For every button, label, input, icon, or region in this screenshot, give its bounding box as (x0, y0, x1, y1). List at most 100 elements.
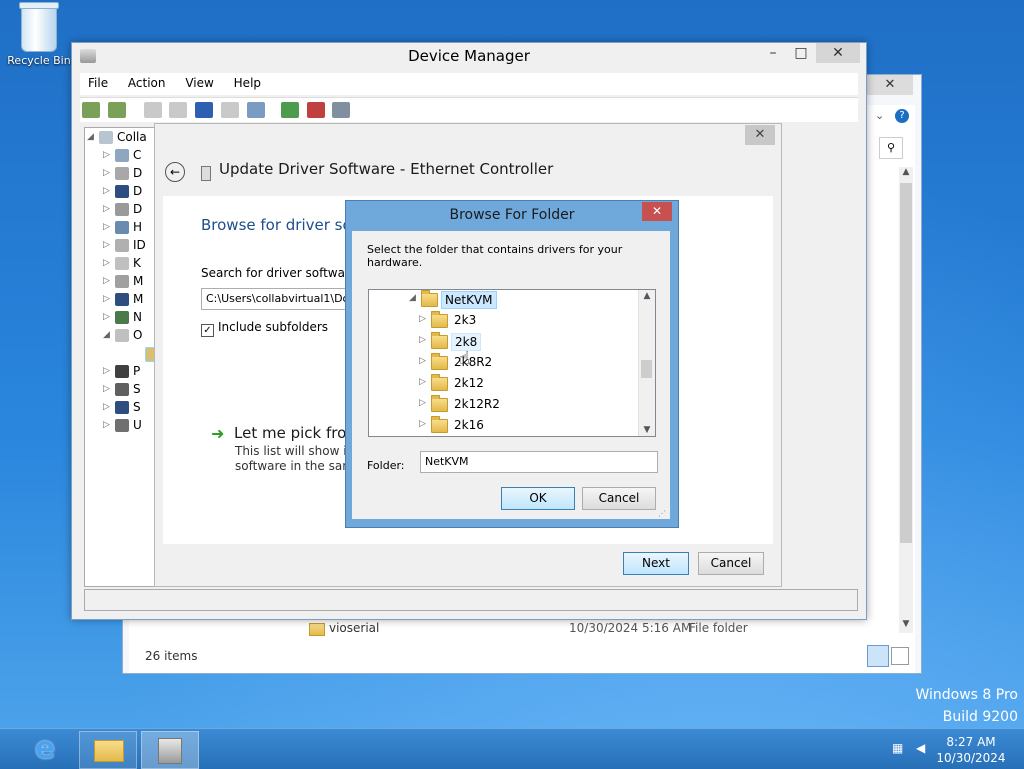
ethernet-device-icon (201, 166, 211, 181)
device-icon (115, 203, 129, 216)
cancel-button[interactable]: Cancel (698, 552, 764, 575)
cancel-button[interactable]: Cancel (582, 487, 656, 510)
expand-arrow-icon[interactable]: ▷ (419, 314, 426, 324)
properties-icon[interactable] (169, 102, 188, 118)
system-clock[interactable]: 8:27 AM 10/30/2024 (936, 734, 1006, 766)
expand-arrow-icon[interactable]: ▷ (419, 398, 426, 408)
storage-icon (115, 383, 129, 396)
next-button[interactable]: Next (623, 552, 689, 575)
volume-muted-icon[interactable]: ◀ (916, 741, 925, 755)
folder-icon (309, 623, 325, 636)
monitor-icon (115, 293, 129, 306)
toolbar (80, 97, 858, 122)
dialog-title: Update Driver Software - Ethernet Contro… (219, 160, 554, 178)
resize-grip-icon[interactable]: ⋰ (658, 509, 666, 518)
folder-icon (431, 395, 448, 412)
let-me-pick-link[interactable]: Let me pick from (234, 424, 361, 442)
expand-arrow-icon[interactable]: ▷ (419, 377, 426, 387)
include-subfolders-checkbox[interactable]: ✓ Include subfolders (201, 320, 328, 337)
collapse-arrow-icon[interactable]: ◢ (87, 132, 95, 142)
menu-help[interactable]: Help (226, 73, 269, 90)
device-icon (115, 221, 129, 234)
internet-explorer-icon[interactable]: e (28, 733, 62, 765)
show-hide-console-icon[interactable] (143, 102, 162, 118)
expand-arrow-icon[interactable]: ▷ (419, 356, 426, 366)
device-icon (115, 185, 129, 198)
large-icons-view-icon[interactable] (891, 647, 909, 665)
folder-tree[interactable]: ◢ NetKVM ▷ 2k3 ▷ 2k8 ▷ 2k8R2 ▷ 2k12 ▷ 2k… (368, 289, 656, 437)
forward-icon[interactable] (107, 102, 126, 118)
menu-file[interactable]: File (80, 73, 116, 90)
folder-icon (431, 311, 448, 328)
ok-button[interactable]: OK (501, 487, 575, 510)
tree-root[interactable]: ◢ Colla (85, 130, 157, 148)
arrow-right-icon: ➜ (211, 424, 225, 443)
folder-icon (431, 332, 448, 349)
explorer-scrollbar[interactable]: ▲ ▼ (899, 167, 913, 633)
device-tree[interactable]: ◢ Colla ▷ C ▷ D ▷ D ▷ D ▷ H ▷ ID ▷ K ▷ M ▷ M ▷ N ◢… (84, 127, 161, 587)
close-button[interactable]: ✕ (642, 202, 672, 221)
item-type: File folder (689, 621, 748, 635)
explorer-close-button[interactable]: ✕ (867, 75, 913, 95)
device-icon (115, 167, 129, 180)
menu-view[interactable]: View (177, 73, 221, 90)
device-manager-status-bar (84, 589, 858, 611)
network-status-icon[interactable]: ▦ (892, 741, 903, 755)
watermark-build: Build 9200 (942, 709, 1018, 725)
scroll-up-icon[interactable]: ▲ (639, 291, 655, 301)
scan-hardware-icon[interactable] (246, 102, 265, 118)
taskbar: e ▦ ◀ 8:27 AM 10/30/2024 (0, 728, 1024, 769)
device-icon (115, 149, 129, 162)
update-driver-icon[interactable] (280, 102, 299, 118)
recycle-bin-shortcut[interactable]: Recycle Bin (6, 2, 72, 67)
menu-action[interactable]: Action (120, 73, 174, 90)
folder-icon (431, 374, 448, 391)
collapse-arrow-icon[interactable]: ◢ (409, 293, 416, 303)
back-icon[interactable] (82, 102, 100, 118)
device-manager-taskbar-icon (158, 738, 182, 764)
scroll-up-icon[interactable]: ▲ (899, 167, 913, 177)
recycle-bin-icon (19, 2, 59, 52)
window-title: Device Manager (408, 47, 530, 65)
device-icon (115, 239, 129, 252)
folder-icon (431, 416, 448, 433)
scroll-down-icon[interactable]: ▼ (899, 619, 913, 629)
clock-date: 10/30/2024 (936, 751, 1006, 765)
scroll-thumb[interactable] (641, 360, 652, 378)
watermark-edition: Windows 8 Pro (915, 687, 1018, 703)
clock-time: 8:27 AM (946, 735, 996, 749)
uninstall-icon[interactable] (306, 102, 325, 118)
folder-icon (421, 290, 438, 307)
browse-for-folder-dialog[interactable]: Browse For Folder ✕ Select the folder th… (345, 200, 679, 528)
folder-input[interactable]: NetKVM (420, 451, 658, 473)
item-date: 10/30/2024 5:16 AM (569, 621, 692, 635)
disable-device-icon[interactable] (332, 102, 351, 118)
help-icon[interactable]: ? (895, 109, 909, 123)
details-view-icon[interactable] (867, 645, 889, 667)
computer-icon (99, 131, 113, 144)
expand-arrow-icon[interactable]: ▷ (419, 335, 426, 345)
minimize-button[interactable]: – (760, 43, 786, 63)
search-icon[interactable]: ⚲ (879, 137, 903, 159)
driver-path-input[interactable]: C:\Users\collabvirtual1\Do (201, 288, 367, 310)
scroll-thumb[interactable] (900, 183, 912, 543)
processor-icon (115, 365, 129, 378)
other-devices-icon (115, 329, 129, 342)
folder-tree-scrollbar[interactable]: ▲ ▼ (638, 290, 655, 436)
taskbar-device-manager[interactable] (141, 731, 199, 769)
checkbox-checked-icon: ✓ (201, 324, 214, 337)
hand-cursor-icon: ☝ (459, 348, 470, 369)
scroll-down-icon[interactable]: ▼ (639, 425, 655, 435)
back-button[interactable]: ← (165, 162, 185, 182)
help-icon[interactable] (195, 102, 214, 118)
windows-watermark: Windows 8 Pro Build 9200 (915, 684, 1018, 728)
mouse-icon (115, 275, 129, 288)
taskbar-file-explorer[interactable] (79, 731, 137, 769)
expand-arrow-icon[interactable]: ▷ (419, 419, 426, 429)
close-button[interactable]: ✕ (816, 43, 860, 63)
close-button[interactable]: ✕ (745, 125, 775, 145)
recycle-bin-label: Recycle Bin (7, 54, 71, 67)
action-pane-icon[interactable] (221, 102, 240, 118)
explorer-expand-icon[interactable]: ⌄ (875, 109, 884, 122)
maximize-button[interactable]: □ (788, 43, 814, 63)
